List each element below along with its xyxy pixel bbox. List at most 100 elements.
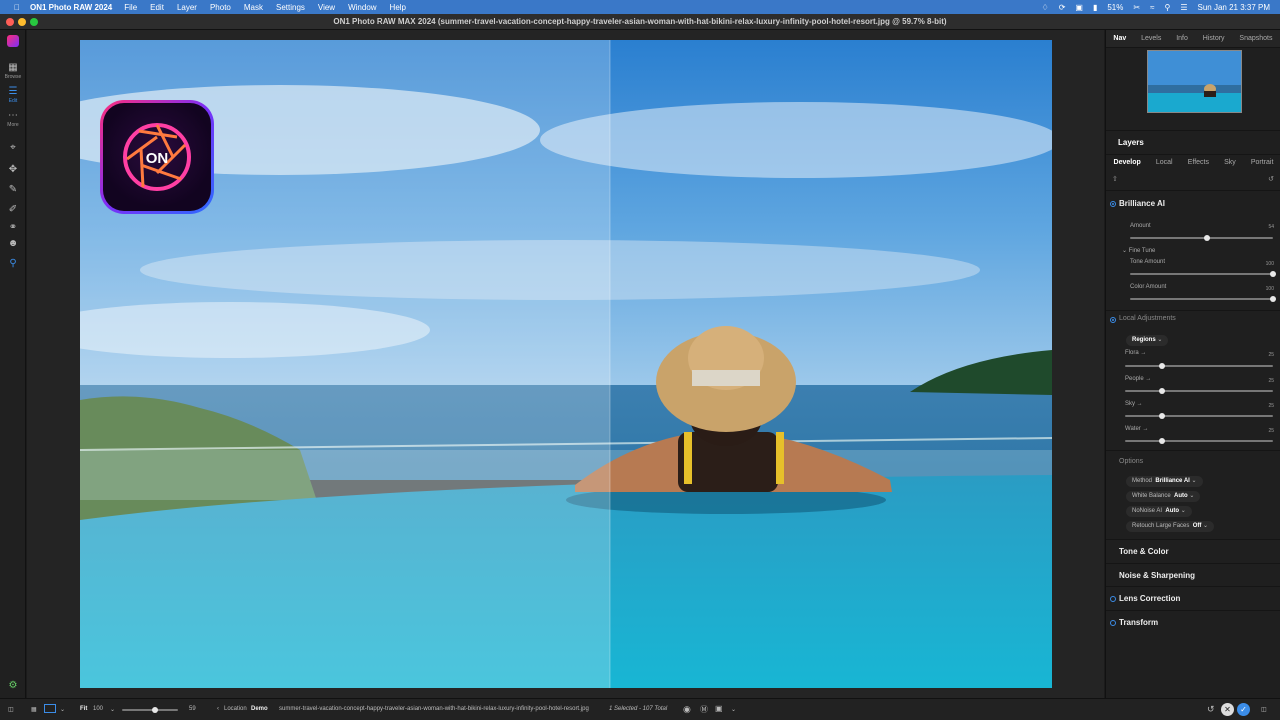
right-panel-toggle-icon[interactable]: ◫ xyxy=(1261,706,1267,713)
crop-tool[interactable]: ⌖ xyxy=(3,142,23,153)
section-transform[interactable]: Transform xyxy=(1106,610,1280,632)
zoom-window-button[interactable] xyxy=(30,18,38,26)
auto-icon[interactable]: Ⓜ xyxy=(700,704,708,715)
zoom-slider-knob[interactable] xyxy=(152,707,159,713)
section-tone-color[interactable]: Tone & Color xyxy=(1106,539,1280,561)
color-slider-knob[interactable] xyxy=(1270,296,1276,302)
minimize-window-button[interactable] xyxy=(18,18,26,26)
view-dropdown-icon[interactable]: ⌄ xyxy=(60,706,65,713)
section-noise-sharpening[interactable]: Noise & Sharpening xyxy=(1106,563,1280,585)
tab-local[interactable]: Local xyxy=(1156,159,1173,166)
sky-slider-knob[interactable] xyxy=(1159,413,1165,419)
lens-correction-toggle[interactable] xyxy=(1110,596,1116,602)
local-adjustments-title[interactable]: Local Adjustments xyxy=(1119,315,1176,322)
panel-toggle-icon[interactable]: ◫ xyxy=(8,706,14,713)
reset-icon[interactable]: ↺ xyxy=(1268,175,1274,183)
menu-edit[interactable]: Edit xyxy=(150,3,164,12)
tab-effects[interactable]: Effects xyxy=(1188,159,1209,166)
wifi-icon[interactable]: ≈ xyxy=(1150,3,1154,12)
compare-dropdown-icon[interactable]: ⌄ xyxy=(731,706,736,713)
menu-help[interactable]: Help xyxy=(390,3,406,12)
done-button[interactable]: ✓ xyxy=(1237,703,1250,716)
more-module[interactable]: ⋯ More xyxy=(3,110,23,128)
portrait-tool[interactable]: ☻ xyxy=(3,238,23,249)
battery-icon[interactable]: ▮ xyxy=(1093,3,1097,12)
cancel-button[interactable]: ✕ xyxy=(1221,703,1234,716)
zoom-value[interactable]: 100 xyxy=(93,706,103,712)
preview-eye-icon[interactable]: ◉ xyxy=(683,704,691,715)
retouch-tool[interactable]: ✐ xyxy=(3,204,23,215)
zoom-tool[interactable]: ⚲ xyxy=(3,258,23,269)
browse-module[interactable]: ▦ Browse xyxy=(3,62,23,80)
nonoise-dropdown[interactable]: NoNoise AI Auto ⌄ xyxy=(1126,506,1192,517)
edit-module[interactable]: ☰ Edit xyxy=(3,86,23,104)
app-menu[interactable]: ON1 Photo RAW 2024 xyxy=(30,3,112,12)
method-dropdown[interactable]: Method Brilliance AI ⌄ xyxy=(1126,476,1203,487)
tone-amount-slider[interactable] xyxy=(1130,271,1276,277)
apple-icon[interactable]:  xyxy=(10,3,24,12)
people-slider[interactable] xyxy=(1125,388,1273,394)
compare-icon[interactable]: ▣ xyxy=(715,704,723,713)
export-icon[interactable]: ⇧ xyxy=(1112,175,1118,183)
tool-settings[interactable]: ⚙ xyxy=(3,680,23,691)
amount-slider-knob[interactable] xyxy=(1204,235,1211,241)
transform-toggle[interactable] xyxy=(1110,620,1116,626)
section-lens-correction[interactable]: Lens Correction xyxy=(1106,586,1280,608)
brilliance-toggle[interactable] xyxy=(1110,201,1116,207)
flora-slider-knob[interactable] xyxy=(1159,363,1165,369)
sky-slider[interactable] xyxy=(1125,413,1273,419)
tone-slider-knob[interactable] xyxy=(1270,271,1276,277)
scissors-icon[interactable]: ✂ xyxy=(1133,3,1140,12)
water-slider-knob[interactable] xyxy=(1159,438,1165,444)
white-balance-dropdown[interactable]: White Balance Auto ⌄ xyxy=(1126,491,1201,502)
move-tool[interactable]: ✥ xyxy=(3,164,23,175)
menu-photo[interactable]: Photo xyxy=(210,3,231,12)
fine-tune-label[interactable]: ⌄ Fine Tune xyxy=(1122,247,1155,254)
water-slider[interactable] xyxy=(1125,438,1273,444)
location-value[interactable]: Demo xyxy=(251,706,268,712)
on1-app-icon[interactable] xyxy=(3,35,23,50)
tab-develop[interactable]: Develop xyxy=(1114,159,1141,166)
brilliance-title[interactable]: Brilliance AI xyxy=(1119,199,1165,208)
menu-mask[interactable]: Mask xyxy=(244,3,263,12)
menu-window[interactable]: Window xyxy=(348,3,376,12)
brush-tool[interactable]: ✎ xyxy=(3,184,23,195)
control-center-icon[interactable]: ☰ xyxy=(1180,3,1187,12)
sync-icon[interactable]: ⟳ xyxy=(1059,3,1066,12)
navigator-thumbnail[interactable] xyxy=(1147,50,1242,113)
menu-layer[interactable]: Layer xyxy=(177,3,197,12)
search-icon[interactable]: ⚲ xyxy=(1164,3,1170,12)
amount-slider[interactable] xyxy=(1130,235,1273,241)
tab-history[interactable]: History xyxy=(1203,35,1225,42)
retouch-faces-dropdown[interactable]: Retouch Large Faces Off ⌄ xyxy=(1126,521,1215,532)
layers-title[interactable]: Layers xyxy=(1118,138,1144,147)
people-slider-knob[interactable] xyxy=(1159,388,1165,394)
photo-preview[interactable]: ON xyxy=(80,40,1052,688)
dropbox-icon[interactable]: ♢ xyxy=(1042,3,1049,12)
window-icon[interactable]: ▣ xyxy=(1075,3,1083,12)
fit-label[interactable]: Fit xyxy=(80,706,87,712)
grid-view-icon[interactable]: ▦ xyxy=(31,706,37,713)
color-amount-slider[interactable] xyxy=(1130,296,1276,302)
tab-info[interactable]: Info xyxy=(1176,35,1188,42)
flora-slider[interactable] xyxy=(1125,363,1273,369)
tab-snapshots[interactable]: Snapshots xyxy=(1239,35,1272,42)
regions-dropdown[interactable]: Regions ⌄ xyxy=(1126,335,1169,346)
single-view-icon[interactable] xyxy=(44,704,56,713)
undo-icon[interactable]: ↺ xyxy=(1207,704,1215,715)
tab-nav[interactable]: Nav xyxy=(1113,35,1126,42)
menu-settings[interactable]: Settings xyxy=(276,3,305,12)
location-back-icon[interactable]: ‹ xyxy=(217,706,219,712)
clock[interactable]: Sun Jan 21 3:37 PM xyxy=(1198,3,1271,12)
close-window-button[interactable] xyxy=(6,18,14,26)
clone-tool[interactable]: ⚭ xyxy=(3,222,23,233)
local-adjustments-toggle[interactable] xyxy=(1110,317,1116,323)
tab-levels[interactable]: Levels xyxy=(1141,35,1161,42)
tab-sky[interactable]: Sky xyxy=(1224,159,1236,166)
menu-file[interactable]: File xyxy=(124,3,137,12)
image-canvas[interactable]: ON xyxy=(27,30,1104,698)
tab-portrait[interactable]: Portrait xyxy=(1251,159,1274,166)
zoom-dropdown-icon[interactable]: ⌄ xyxy=(110,706,115,713)
menu-view[interactable]: View xyxy=(318,3,335,12)
zoom-slider[interactable] xyxy=(122,707,178,713)
